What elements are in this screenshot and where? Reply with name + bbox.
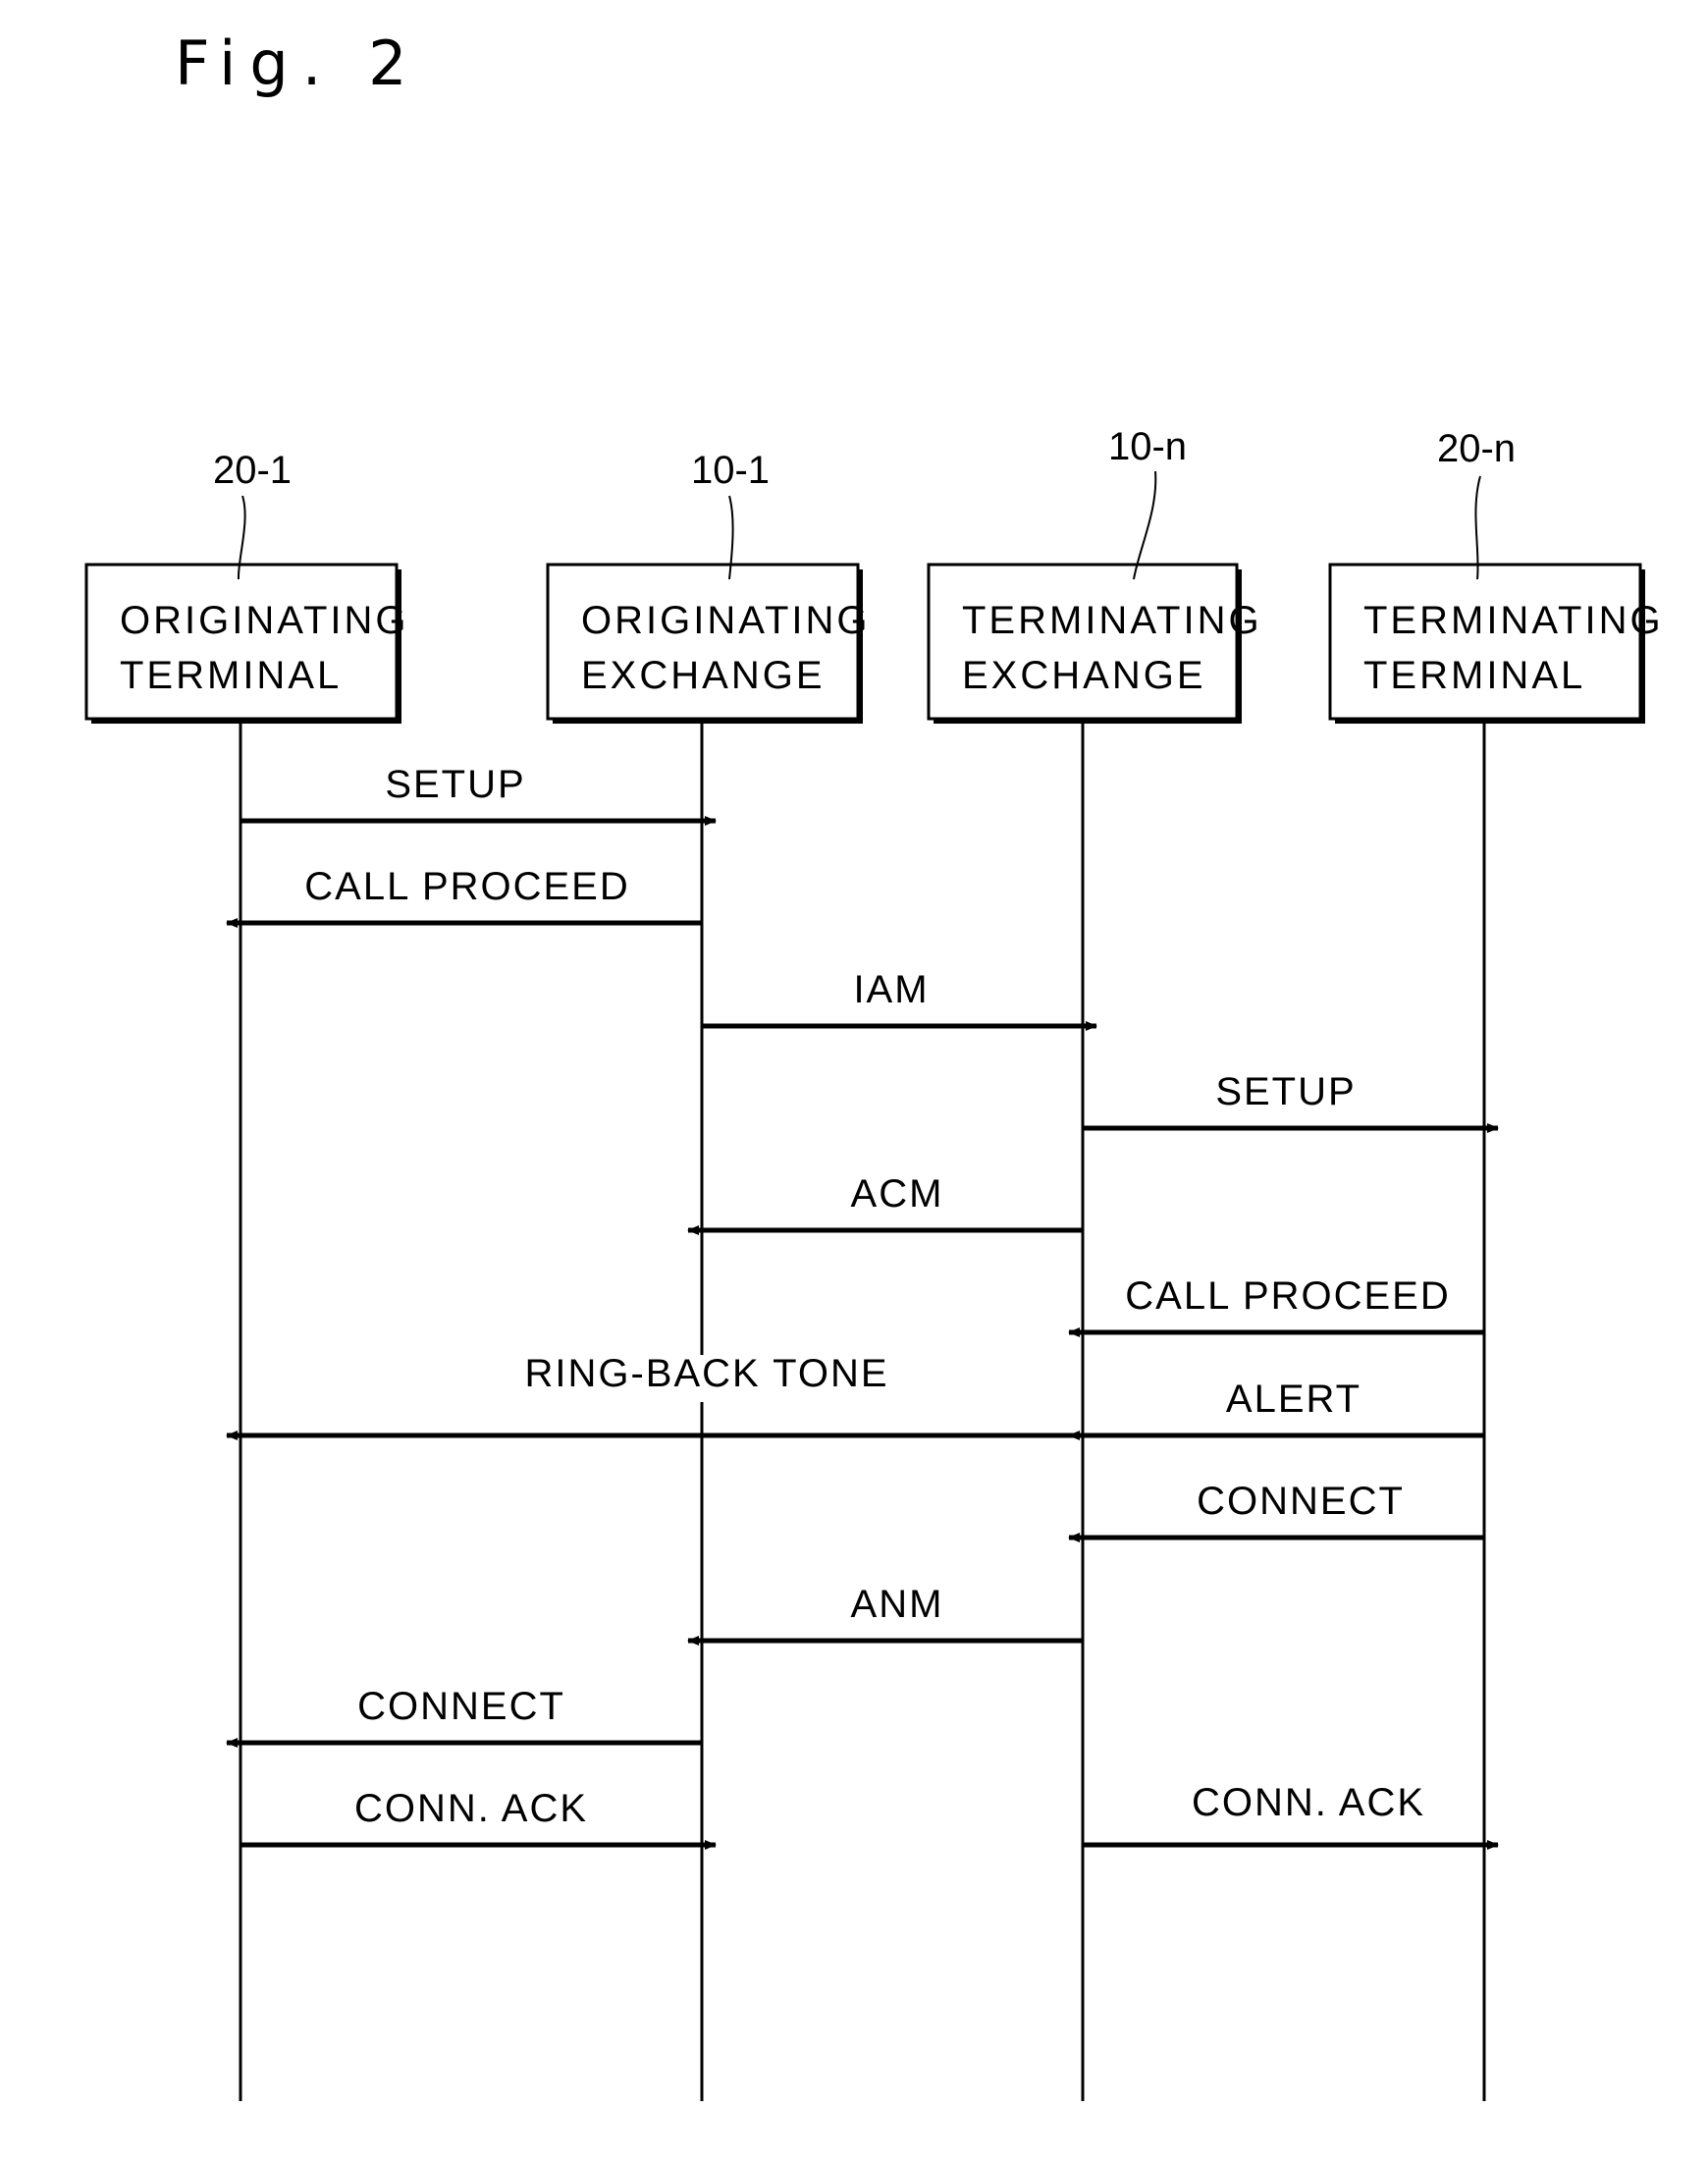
participant-orig_terminal: ORIGINATING TERMINAL 20-1 — [84, 449, 408, 724]
participants: ORIGINATING TERMINAL 20-1 ORIGINATING EXCHAN… — [84, 425, 1664, 724]
message: SETUP — [1083, 1070, 1499, 1133]
message: CONNECT — [1068, 1480, 1484, 1542]
message: ALERT — [1068, 1378, 1484, 1440]
message-label: CONNECT — [1197, 1480, 1405, 1523]
message-label: SETUP — [385, 763, 525, 806]
participant-orig_exchange: ORIGINATING EXCHANGE 10-1 — [546, 449, 870, 724]
participant-term_terminal: TERMINATING TERMINAL 20-n — [1328, 427, 1664, 724]
participant-label-line2: TERMINAL — [120, 654, 342, 697]
participant-label-line2: EXCHANGE — [962, 654, 1206, 697]
message-label: CONNECT — [357, 1685, 565, 1728]
sequence-diagram: ORIGINATING TERMINAL 20-1 ORIGINATING EXCHAN… — [84, 425, 1664, 2101]
reference-numeral: 10-1 — [691, 449, 770, 492]
participant-label-line1: ORIGINATING — [581, 599, 870, 642]
participant-label-line2: EXCHANGE — [581, 654, 826, 697]
message: CONN. ACK — [1083, 1781, 1499, 1850]
message: RING-BACK TONE — [226, 1352, 1083, 1440]
message: IAM — [702, 968, 1097, 1031]
message-label: CONN. ACK — [1192, 1781, 1425, 1824]
message-label: ANM — [851, 1583, 944, 1626]
message: SETUP — [240, 763, 717, 826]
message: CONN. ACK — [240, 1787, 717, 1850]
message-label: IAM — [853, 968, 929, 1011]
message-label: ACM — [851, 1172, 944, 1216]
participant-term_exchange: TERMINATING EXCHANGE 10-n — [927, 425, 1262, 724]
messages: SETUP CALL PROCEED IAM SETUP ACM CALL PROCEED… — [226, 763, 1499, 1850]
reference-numeral: 10-n — [1108, 425, 1187, 468]
participant-label-line1: TERMINATING — [1363, 599, 1664, 642]
message-label: CALL PROCEED — [1125, 1274, 1451, 1318]
message: CALL PROCEED — [226, 865, 702, 928]
message-label: SETUP — [1215, 1070, 1356, 1113]
message: CALL PROCEED — [1068, 1274, 1484, 1337]
participant-label-line2: TERMINAL — [1363, 654, 1585, 697]
participant-label-line1: ORIGINATING — [120, 599, 408, 642]
participant-label-line1: TERMINATING — [962, 599, 1262, 642]
message: ACM — [687, 1172, 1083, 1235]
message: CONNECT — [226, 1685, 702, 1748]
message-label: ALERT — [1226, 1378, 1361, 1421]
message-label: RING-BACK TONE — [524, 1352, 888, 1395]
reference-numeral: 20-1 — [213, 449, 292, 492]
message-label: CONN. ACK — [354, 1787, 588, 1830]
message: ANM — [687, 1583, 1083, 1646]
reference-numeral: 20-n — [1437, 427, 1516, 470]
message-label: CALL PROCEED — [304, 865, 630, 908]
